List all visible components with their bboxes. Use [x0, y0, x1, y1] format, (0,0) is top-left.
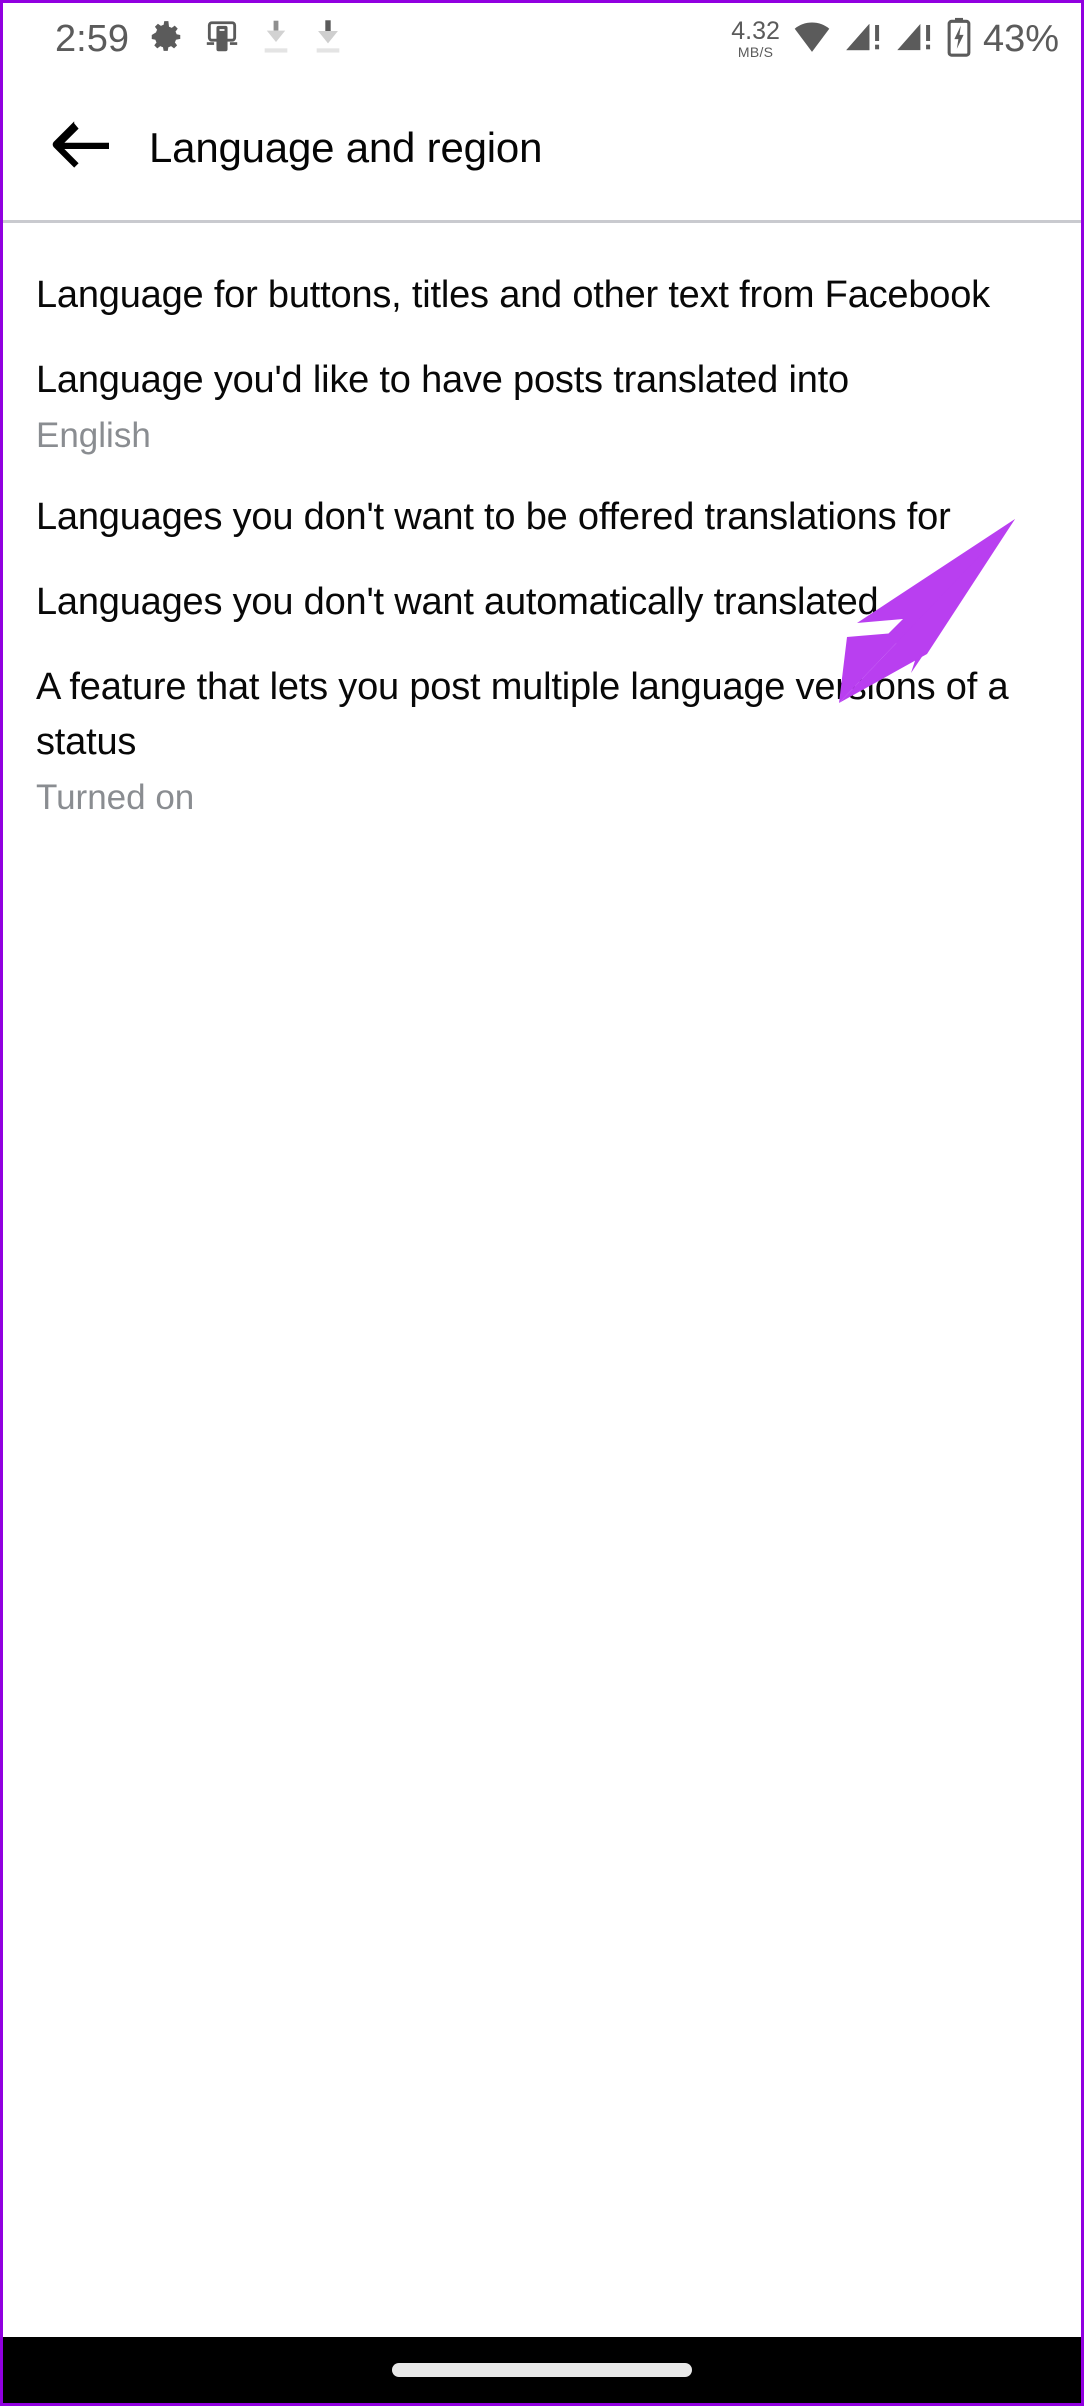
list-item-title: Language for buttons, titles and other t…	[36, 274, 990, 316]
list-item[interactable]: Language you'd like to have posts transl…	[36, 339, 1051, 476]
list-item-subtitle: English	[36, 416, 151, 455]
list-item[interactable]: Language for buttons, titles and other t…	[36, 254, 1051, 339]
status-clock: 2:59	[55, 18, 129, 60]
page-title: Language and region	[149, 123, 543, 171]
list-item-title: Languages you don't want to be offered t…	[36, 496, 951, 538]
network-speed-value: 4.32	[731, 17, 780, 45]
wifi-icon	[791, 18, 833, 61]
list-item-title: A feature that lets you post multiple la…	[36, 666, 1009, 763]
download-icon	[311, 18, 345, 61]
signal-sim1-alert-icon	[844, 18, 884, 61]
status-bar-right-group: 4.32 MB/S 43%	[731, 17, 1059, 62]
list-item-title: Language you'd like to have posts transl…	[36, 359, 849, 401]
list-item-subtitle: Turned on	[36, 778, 195, 817]
signal-sim2-alert-icon	[895, 18, 935, 61]
screen-cast-icon	[203, 18, 241, 61]
phone-screenshot-frame: 2:59 4.32 MB/S 43% Language and region L…	[0, 0, 1084, 2406]
battery-percentage: 43%	[982, 18, 1059, 60]
list-item[interactable]: Languages you don't want automatically t…	[36, 561, 1051, 646]
back-button[interactable]	[45, 112, 117, 184]
network-speed-indicator: 4.32 MB/S	[731, 17, 780, 60]
status-bar: 2:59 4.32 MB/S 43%	[3, 3, 1081, 75]
download-icon-faded	[259, 18, 293, 61]
battery-charging-icon	[946, 17, 972, 62]
app-header: Language and region	[3, 75, 1081, 223]
status-bar-left-group: 2:59	[55, 18, 345, 61]
settings-list: Language for buttons, titles and other t…	[3, 226, 1081, 838]
list-item[interactable]: Languages you don't want to be offered t…	[36, 476, 1051, 561]
list-item-title: Languages you don't want automatically t…	[36, 581, 879, 623]
gear-icon	[147, 18, 185, 61]
home-pill-indicator[interactable]	[392, 2363, 692, 2377]
system-navigation-bar	[3, 2337, 1081, 2403]
list-item[interactable]: A feature that lets you post multiple la…	[36, 646, 1051, 838]
arrow-left-icon	[49, 119, 113, 176]
network-speed-unit: MB/S	[737, 44, 774, 60]
